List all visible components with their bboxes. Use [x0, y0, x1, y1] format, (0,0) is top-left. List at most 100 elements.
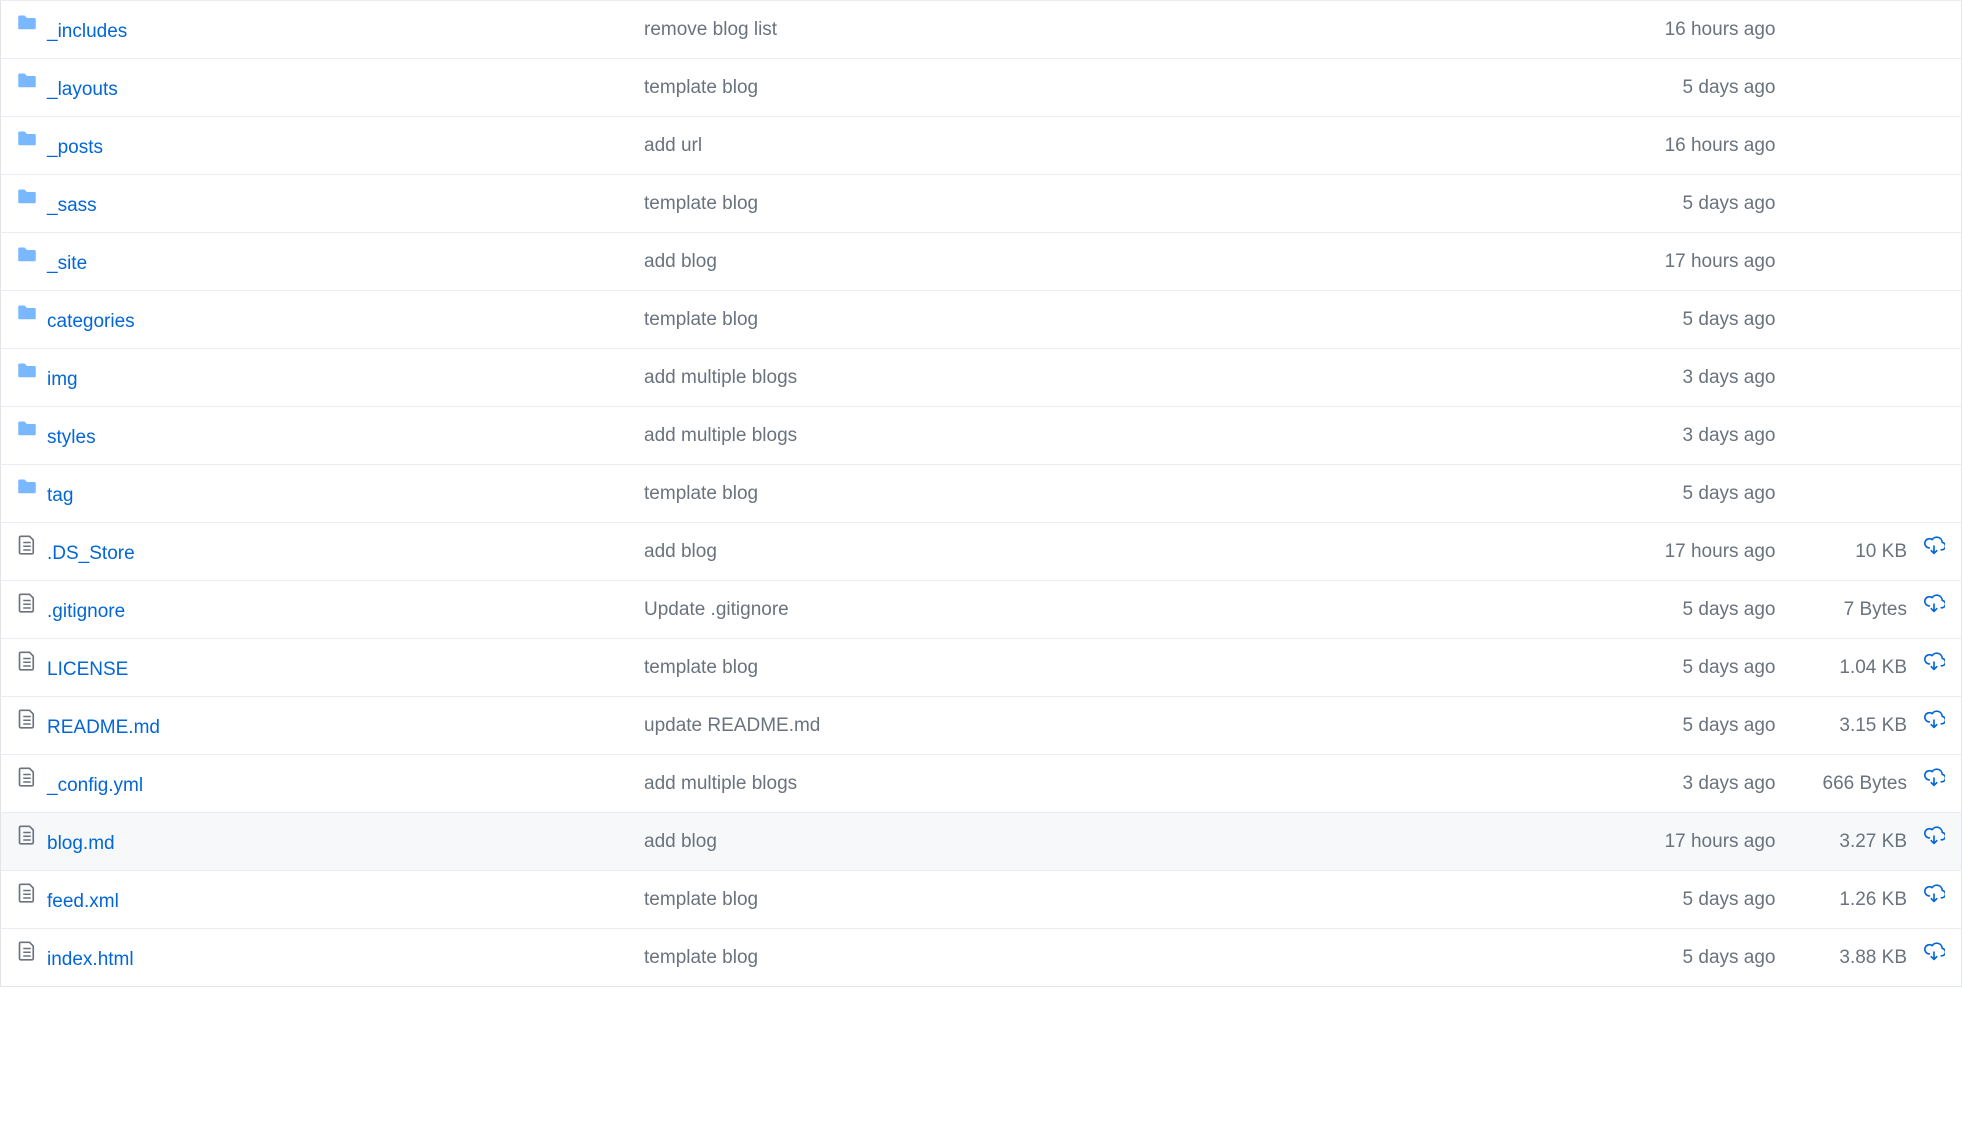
download-icon[interactable] [1923, 826, 1945, 857]
file-size-cell [1792, 117, 1962, 175]
file-name-cell: feed.xml [1, 871, 629, 929]
file-icon [17, 535, 37, 564]
file-name-cell: .DS_Store [1, 523, 629, 581]
file-name-link[interactable]: _posts [47, 137, 103, 158]
file-name-link[interactable]: img [47, 369, 78, 390]
commit-time: 5 days ago [1632, 929, 1792, 987]
file-name-link[interactable]: _sass [47, 195, 97, 216]
file-name-link[interactable]: _includes [47, 21, 127, 42]
commit-message-cell: template blog [628, 291, 1631, 349]
commit-message-cell: template blog [628, 871, 1631, 929]
file-name-link[interactable]: _layouts [47, 79, 118, 100]
commit-message-link[interactable]: template blog [644, 309, 758, 330]
file-row: _includes remove blog list 16 hours ago [1, 1, 1962, 59]
commit-time: 16 hours ago [1632, 117, 1792, 175]
file-size: 3.88 KB [1839, 944, 1907, 972]
file-size-cell [1792, 291, 1962, 349]
file-name-cell: img [1, 349, 629, 407]
file-name-link[interactable]: tag [47, 485, 73, 506]
file-row: tag template blog 5 days ago [1, 465, 1962, 523]
commit-message-cell: add blog [628, 233, 1631, 291]
download-icon[interactable] [1923, 884, 1945, 915]
download-icon[interactable] [1923, 710, 1945, 741]
commit-message-link[interactable]: remove blog list [644, 19, 777, 40]
file-row: .DS_Storeadd blog17 hours ago10 KB [1, 523, 1962, 581]
file-size-cell: 3.15 KB [1792, 697, 1962, 755]
commit-message-link[interactable]: add blog [644, 831, 717, 852]
file-name-cell: _site [1, 233, 629, 291]
file-name-link[interactable]: README.md [47, 717, 160, 738]
file-size-cell [1792, 175, 1962, 233]
file-name-cell: tag [1, 465, 629, 523]
file-size: 1.04 KB [1839, 654, 1907, 682]
file-name-link[interactable]: _site [47, 253, 87, 274]
file-name-link[interactable]: .gitignore [47, 601, 125, 622]
file-size-cell: 1.26 KB [1792, 871, 1962, 929]
folder-icon [17, 361, 37, 390]
commit-message-link[interactable]: update README.md [644, 715, 820, 736]
commit-time: 3 days ago [1632, 755, 1792, 813]
file-row: _sasstemplate blog5 days ago [1, 175, 1962, 233]
file-name-link[interactable]: blog.md [47, 833, 115, 854]
commit-message-cell: remove blog list [628, 1, 1631, 59]
file-icon [17, 593, 37, 622]
commit-time: 5 days ago [1632, 59, 1792, 117]
file-name-cell: README.md [1, 697, 629, 755]
file-name-link[interactable]: _config.yml [47, 775, 143, 796]
file-row: _siteadd blog17 hours ago [1, 233, 1962, 291]
file-size-cell [1792, 465, 1962, 523]
commit-time: 5 days ago [1632, 291, 1792, 349]
file-name-link[interactable]: index.html [47, 949, 134, 970]
file-row: _posts add url 16 hours ago [1, 117, 1962, 175]
file-name-link[interactable]: LICENSE [47, 659, 128, 680]
download-icon[interactable] [1923, 942, 1945, 973]
file-name-link[interactable]: feed.xml [47, 891, 119, 912]
commit-message-link[interactable]: add blog [644, 541, 717, 562]
commit-message-link[interactable]: template blog [644, 77, 758, 98]
commit-message-link[interactable]: template blog [644, 947, 758, 968]
folder-icon [17, 419, 37, 448]
download-icon[interactable] [1923, 768, 1945, 799]
commit-message-link[interactable]: add blog [644, 251, 717, 272]
commit-message-link[interactable]: template blog [644, 657, 758, 678]
file-name-cell: _config.yml [1, 755, 629, 813]
file-size: 3.27 KB [1839, 828, 1907, 856]
commit-time: 16 hours ago [1632, 1, 1792, 59]
commit-time: 3 days ago [1632, 407, 1792, 465]
file-row: index.html template blog 5 days ago 3.88 KB [1, 929, 1962, 987]
file-size: 10 KB [1855, 538, 1907, 566]
file-name-cell: _includes [1, 1, 629, 59]
commit-message-cell: add multiple blogs [628, 755, 1631, 813]
commit-message-link[interactable]: Update .gitignore [644, 599, 789, 620]
file-size-cell [1792, 233, 1962, 291]
file-row: .gitignoreUpdate .gitignore5 days ago7 B… [1, 581, 1962, 639]
commit-message-link[interactable]: template blog [644, 483, 758, 504]
folder-icon [17, 129, 37, 158]
file-name-link[interactable]: categories [47, 311, 135, 332]
file-row: feed.xmltemplate blog5 days ago1.26 KB [1, 871, 1962, 929]
commit-time: 3 days ago [1632, 349, 1792, 407]
commit-message-link[interactable]: add url [644, 135, 702, 156]
file-name-link[interactable]: styles [47, 427, 96, 448]
file-size-cell: 3.27 KB [1792, 813, 1962, 871]
file-size: 1.26 KB [1839, 886, 1907, 914]
folder-icon [17, 245, 37, 274]
commit-message-link[interactable]: template blog [644, 889, 758, 910]
file-name-cell: blog.md [1, 813, 629, 871]
file-name-link[interactable]: .DS_Store [47, 543, 135, 564]
folder-icon [17, 187, 37, 216]
file-name-cell: _posts [1, 117, 629, 175]
commit-time: 5 days ago [1632, 465, 1792, 523]
commit-message-link[interactable]: add multiple blogs [644, 367, 797, 388]
commit-message-cell: template blog [628, 465, 1631, 523]
file-size-cell: 3.88 KB [1792, 929, 1962, 987]
file-icon [17, 651, 37, 680]
commit-message-link[interactable]: add multiple blogs [644, 425, 797, 446]
commit-message-link[interactable]: add multiple blogs [644, 773, 797, 794]
file-icon [17, 767, 37, 796]
download-icon[interactable] [1923, 594, 1945, 625]
download-icon[interactable] [1923, 536, 1945, 567]
commit-message-cell: add blog [628, 813, 1631, 871]
download-icon[interactable] [1923, 652, 1945, 683]
commit-message-link[interactable]: template blog [644, 193, 758, 214]
